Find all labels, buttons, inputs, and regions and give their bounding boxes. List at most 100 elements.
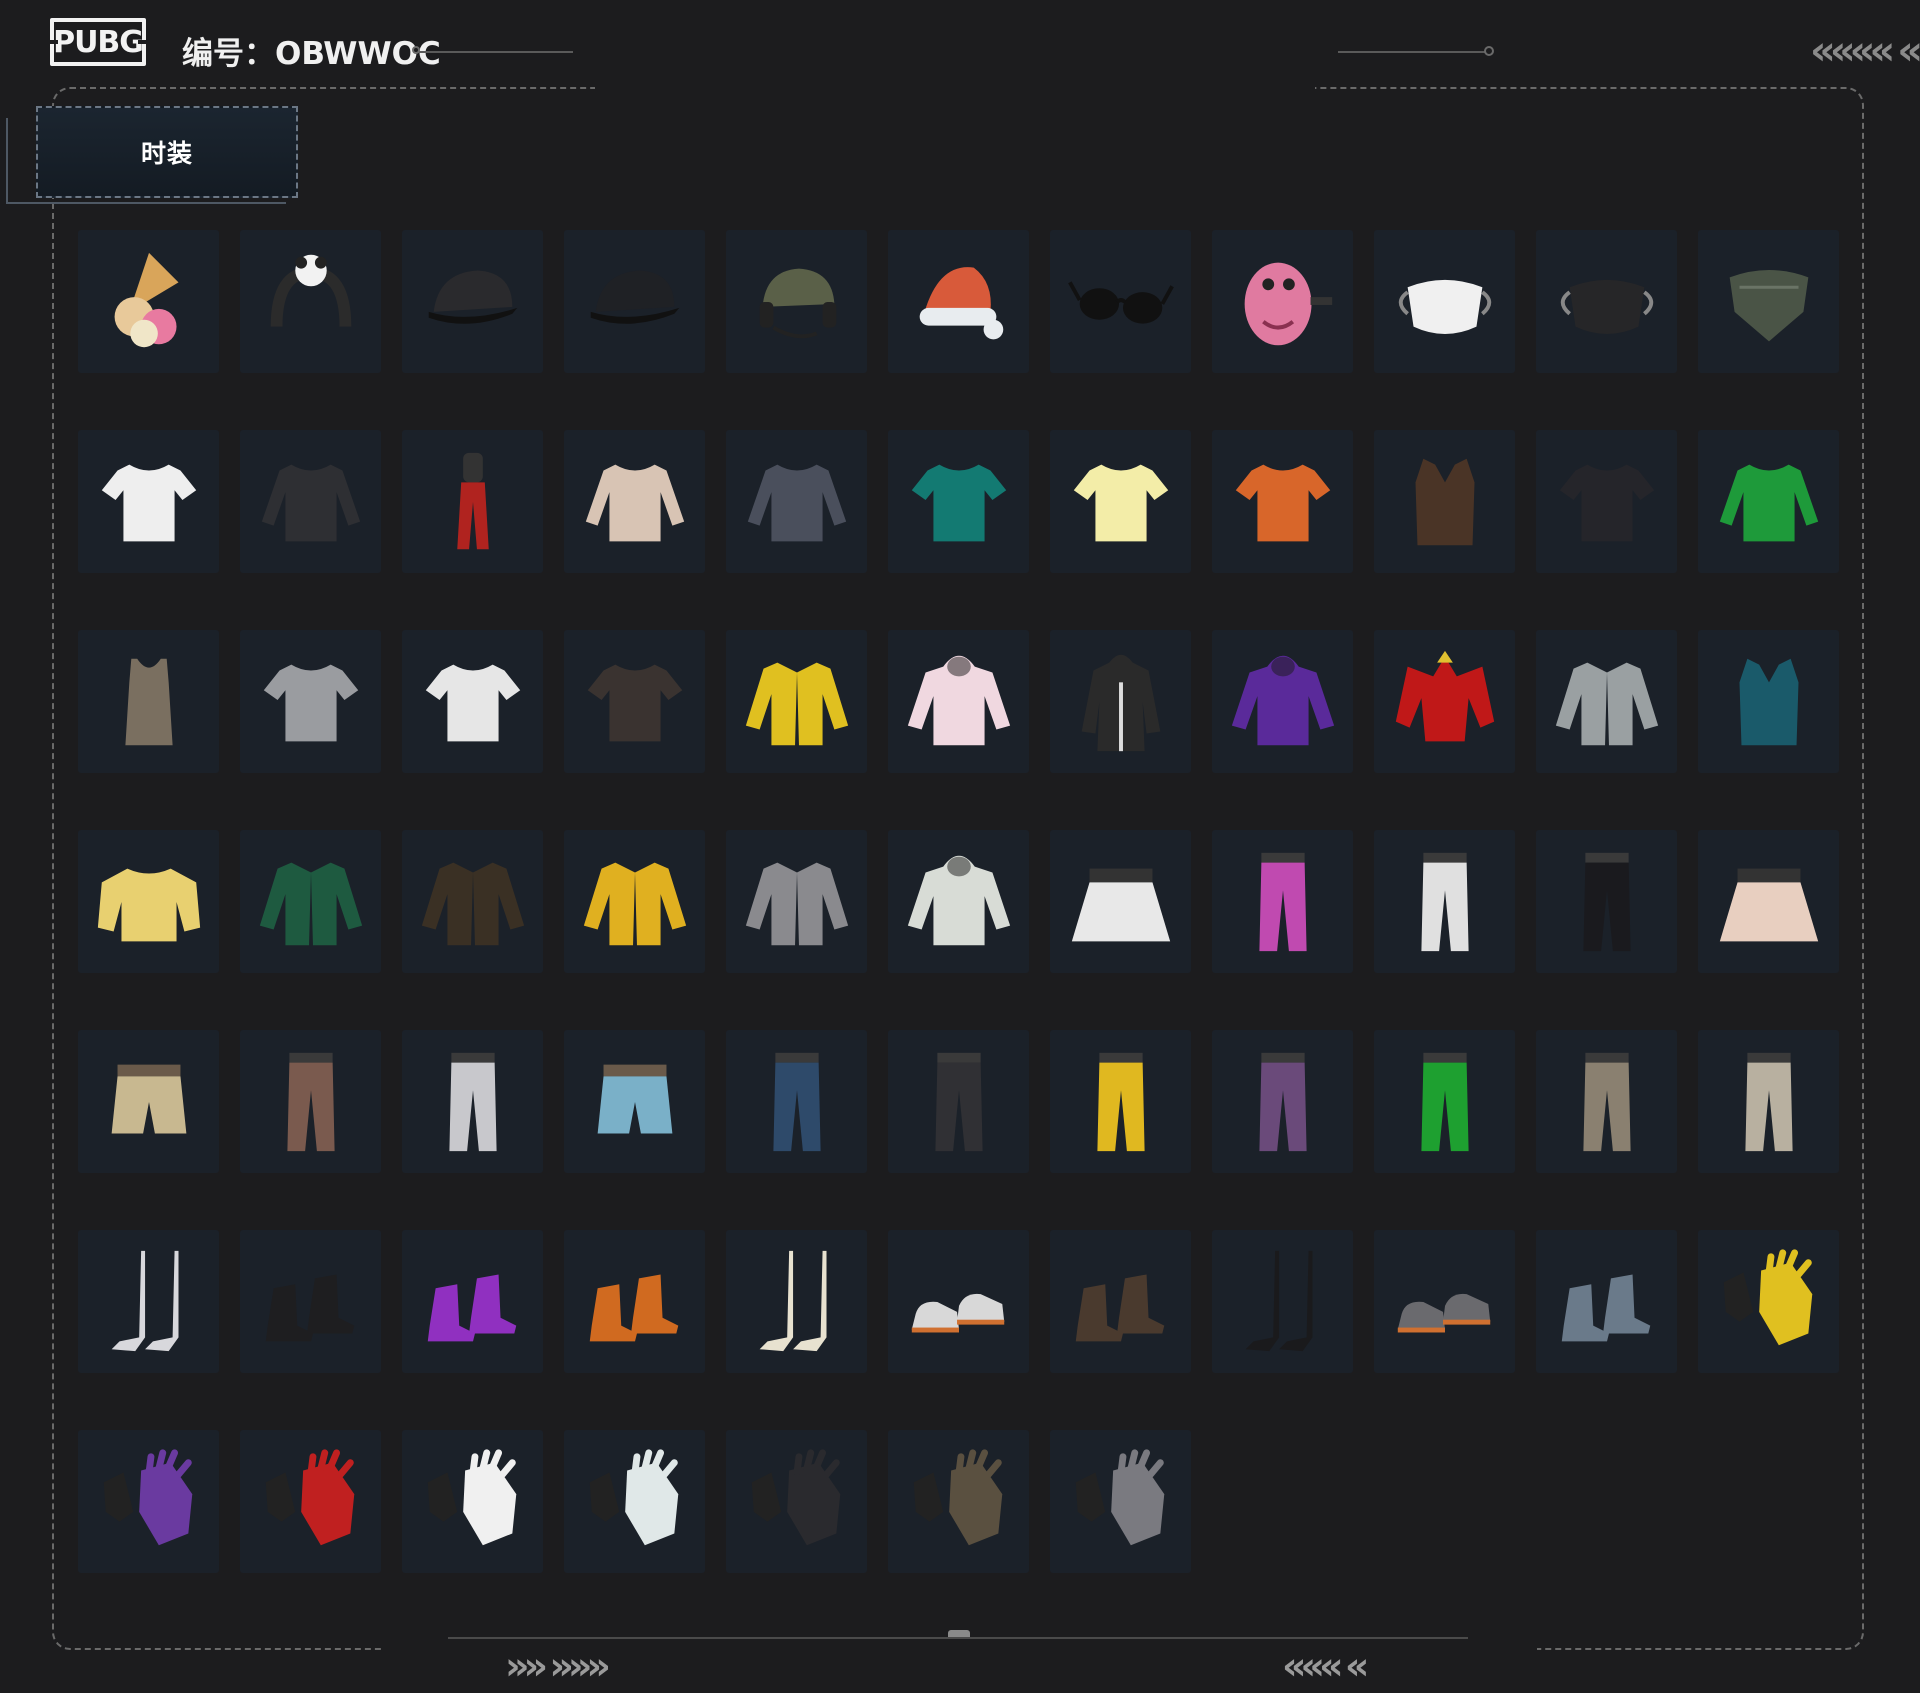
sunglasses-icon (1067, 280, 1174, 324)
pubg-logo: PUBG (48, 18, 148, 66)
black-long-shirt-icon (261, 464, 360, 541)
brown-work-boots-icon (1075, 1273, 1164, 1341)
item-tile[interactable] (240, 1230, 381, 1373)
item-tile[interactable] (78, 1230, 219, 1373)
item-tile[interactable] (564, 1230, 705, 1373)
item-tile[interactable] (564, 630, 705, 773)
yellow-moto-jacket-icon (745, 662, 848, 745)
item-tile[interactable] (888, 1030, 1029, 1173)
item-tile[interactable] (78, 1030, 219, 1173)
item-tile[interactable] (564, 830, 705, 973)
item-tile[interactable] (1050, 1230, 1191, 1373)
item-tile[interactable] (1050, 1030, 1191, 1173)
item-tile[interactable] (240, 230, 381, 373)
item-tile[interactable] (1212, 830, 1353, 973)
item-tile[interactable] (1374, 1030, 1515, 1173)
item-tile[interactable] (1536, 1030, 1677, 1173)
item-tile[interactable] (1050, 630, 1191, 773)
item-tile[interactable] (1536, 630, 1677, 773)
item-tile[interactable] (1698, 230, 1839, 373)
bottom-divider (448, 1637, 1468, 1639)
item-tile[interactable] (1374, 830, 1515, 973)
orange-camo-gloves-icon (913, 1448, 1002, 1545)
item-tile[interactable] (564, 1430, 705, 1573)
item-tile[interactable] (240, 430, 381, 573)
item-tile[interactable] (1374, 630, 1515, 773)
item-tile[interactable] (726, 1230, 867, 1373)
item-tile[interactable] (888, 630, 1029, 773)
item-tile[interactable] (1212, 1230, 1353, 1373)
tab-fashion[interactable]: 时装 (6, 100, 298, 210)
leather-vest-icon (1415, 458, 1474, 545)
item-tile[interactable] (78, 230, 219, 373)
item-tile[interactable] (726, 1430, 867, 1573)
floral-shirt-icon (585, 464, 684, 541)
item-tile[interactable] (240, 630, 381, 773)
item-tile[interactable] (1212, 1030, 1353, 1173)
item-tile[interactable] (402, 830, 543, 973)
item-tile[interactable] (1698, 1230, 1839, 1373)
item-tile[interactable] (726, 830, 867, 973)
item-tile[interactable] (1698, 630, 1839, 773)
chevron-right-icon: »» »»» (505, 1644, 611, 1688)
item-tile[interactable] (564, 1030, 705, 1173)
purple-bear-hoodie-icon (1231, 655, 1334, 745)
item-tile[interactable] (1536, 230, 1677, 373)
item-tile[interactable] (726, 230, 867, 373)
item-tile[interactable] (402, 1030, 543, 1173)
green-track-pants-icon (1420, 1052, 1469, 1151)
item-tile[interactable] (1536, 430, 1677, 573)
scroll-handle[interactable] (948, 1630, 970, 1637)
black-cap-green-icon (590, 270, 679, 324)
item-tile[interactable] (1212, 630, 1353, 773)
panda-gloves-icon (427, 1448, 516, 1545)
item-tile[interactable] (1374, 430, 1515, 573)
item-tile[interactable] (1050, 230, 1191, 373)
item-tile[interactable] (888, 1230, 1029, 1373)
item-tile[interactable] (726, 630, 867, 773)
item-tile[interactable] (726, 1030, 867, 1173)
item-tile[interactable] (402, 1430, 543, 1573)
pink-dino-mask-icon (1244, 262, 1332, 345)
item-tile[interactable] (564, 230, 705, 373)
item-tile[interactable] (78, 630, 219, 773)
item-tile[interactable] (240, 1030, 381, 1173)
khaki-pants-icon (1582, 1052, 1631, 1151)
item-tile[interactable] (240, 830, 381, 973)
item-tile[interactable] (888, 430, 1029, 573)
item-tile[interactable] (1698, 830, 1839, 973)
chevron-left-icon: «««« « (1810, 28, 1920, 74)
item-tile[interactable] (564, 430, 705, 573)
item-tile[interactable] (1212, 230, 1353, 373)
plaid-shirt-icon (747, 464, 846, 541)
item-tile[interactable] (1536, 1230, 1677, 1373)
item-tile[interactable] (402, 630, 543, 773)
ice-cream-icon (114, 252, 178, 347)
item-tile[interactable] (1698, 430, 1839, 573)
item-tile[interactable] (726, 430, 867, 573)
item-tile[interactable] (1050, 830, 1191, 973)
item-tile[interactable] (78, 430, 219, 573)
purple-pants-icon (1258, 1052, 1307, 1151)
grey-tshirt-icon (263, 664, 358, 741)
item-tile[interactable] (402, 1230, 543, 1373)
item-tile[interactable] (1212, 430, 1353, 573)
item-tile[interactable] (1050, 430, 1191, 573)
tab-label: 时装 (140, 139, 193, 168)
item-tile[interactable] (1050, 1430, 1191, 1573)
purple-gloves-icon (103, 1448, 192, 1545)
item-tile[interactable] (78, 1430, 219, 1573)
floral-bomber-icon (1555, 662, 1658, 745)
item-tile[interactable] (1536, 830, 1677, 973)
item-tile[interactable] (1698, 1030, 1839, 1173)
item-tile[interactable] (240, 1430, 381, 1573)
item-tile[interactable] (1374, 1230, 1515, 1373)
item-tile[interactable] (888, 230, 1029, 373)
item-tile[interactable] (402, 430, 543, 573)
item-tile[interactable] (1374, 230, 1515, 373)
item-tile[interactable] (888, 1430, 1029, 1573)
item-tile[interactable] (78, 830, 219, 973)
long-coat-icon (1081, 654, 1160, 751)
item-tile[interactable] (402, 230, 543, 373)
item-tile[interactable] (888, 830, 1029, 973)
